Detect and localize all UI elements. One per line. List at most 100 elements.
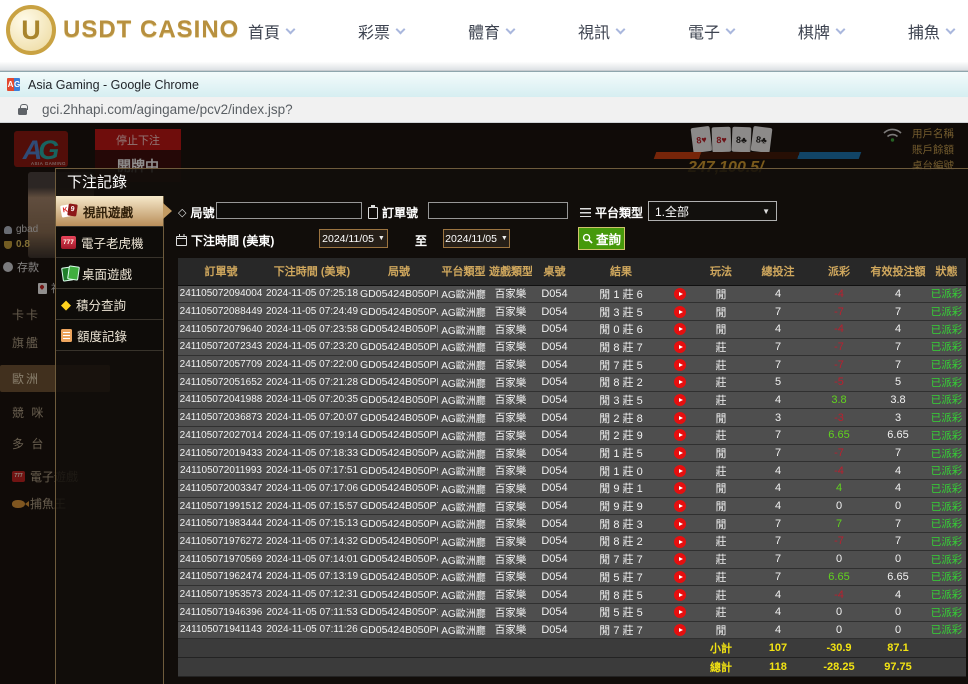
- replay-button[interactable]: [674, 412, 686, 424]
- cell-round-id: GD05424B050P0: [360, 621, 438, 639]
- cell-result: 閒 8 莊 3: [577, 515, 665, 533]
- cell-result: 閒 8 莊 7: [577, 338, 665, 356]
- header-result: 結果: [577, 258, 665, 285]
- cell-platform: AG歐洲廳: [438, 303, 489, 321]
- cell-total-bet: 7: [747, 427, 809, 445]
- replay-button[interactable]: [674, 306, 686, 318]
- ag-favicon-icon: A G: [7, 78, 20, 91]
- cell-bet-side: 莊: [695, 586, 747, 604]
- dropdown-arrow-icon: ▼: [501, 235, 508, 242]
- replay-button[interactable]: [674, 465, 686, 477]
- cell-payout: 3.8: [809, 391, 869, 409]
- replay-button[interactable]: [674, 341, 686, 353]
- cell-game-type: 百家樂: [489, 444, 532, 462]
- date-from-button[interactable]: 2024/11/05 ▼: [319, 229, 388, 248]
- lock-icon[interactable]: [18, 108, 27, 115]
- cell-total-bet: 4: [747, 285, 809, 303]
- replay-button[interactable]: [674, 589, 686, 601]
- cell-table-no: D054: [532, 621, 577, 639]
- cell-table-no: D054: [532, 285, 577, 303]
- nav-item-home[interactable]: 首頁: [248, 19, 294, 43]
- order-number-input[interactable]: [428, 202, 568, 219]
- replay-button[interactable]: [674, 447, 686, 459]
- cell-bet-side: 閒: [695, 621, 747, 639]
- cell-total-bet: 4: [747, 497, 809, 515]
- replay-button[interactable]: [674, 606, 686, 618]
- date-to-button[interactable]: 2024/11/05 ▼: [443, 229, 510, 248]
- cell-replay: [665, 603, 695, 621]
- cell-payout: 0: [809, 550, 869, 568]
- replay-button[interactable]: [674, 323, 686, 335]
- cell-round-id: GD05424B050P7: [360, 497, 438, 515]
- cell-payout: -4: [809, 586, 869, 604]
- cell-bet-time: 2024-11-05 07:15:13: [264, 515, 360, 533]
- replay-button[interactable]: [674, 518, 686, 530]
- replay-button[interactable]: [674, 359, 686, 371]
- cell-order-id: 241105072072343: [178, 338, 264, 356]
- cell-order-id: 241105072011993: [178, 462, 264, 480]
- header-replay: [665, 258, 695, 285]
- platform-select[interactable]: 1.全部 ▼: [648, 201, 777, 221]
- replay-button[interactable]: [674, 482, 686, 494]
- cell-status: 已派彩: [927, 391, 966, 409]
- cell-platform: AG歐洲廳: [438, 621, 489, 639]
- cell-order-id: 241105072041988: [178, 391, 264, 409]
- cell-order-id: 241105071991512: [178, 497, 264, 515]
- nav-item-live[interactable]: 視訊: [578, 19, 624, 43]
- cell-valid-bet: 7: [869, 303, 927, 321]
- nav-item-slots[interactable]: 電子: [688, 19, 734, 43]
- menu-item-table-games[interactable]: 桌面遊戲: [56, 258, 163, 289]
- replay-button[interactable]: [674, 376, 686, 388]
- table-row: 241105072019433 2024-11-05 07:18:33 GD05…: [178, 444, 966, 462]
- document-icon: [61, 329, 72, 342]
- cell-table-no: D054: [532, 515, 577, 533]
- chevron-down-icon: [616, 24, 626, 34]
- chrome-addressbar[interactable]: gci.2hhapi.com/agingame/pcv2/index.jsp?: [0, 97, 968, 123]
- table-row: 241105072094004 2024-11-05 07:25:18 GD05…: [178, 285, 966, 303]
- nav-item-fishing[interactable]: 捕魚: [908, 19, 954, 43]
- replay-button[interactable]: [674, 429, 686, 441]
- cell-total-bet: 4: [747, 462, 809, 480]
- cell-total-bet: 4: [747, 621, 809, 639]
- cell-table-no: D054: [532, 373, 577, 391]
- menu-item-points-query[interactable]: 積分查詢: [56, 289, 163, 320]
- cell-bet-side: 閒: [695, 497, 747, 515]
- summary-tbody: 小計 107 -30.9 87.1 總計 118 -28.25: [178, 639, 966, 677]
- cell-result: 閒 7 莊 7: [577, 550, 665, 568]
- replay-button[interactable]: [674, 571, 686, 583]
- replay-button[interactable]: [674, 624, 686, 636]
- cell-total-bet: 7: [747, 356, 809, 374]
- replay-button[interactable]: [674, 500, 686, 512]
- gem-icon: [61, 298, 71, 311]
- search-button[interactable]: 查詢: [578, 227, 625, 250]
- cell-payout: -7: [809, 338, 869, 356]
- nav-label: 棋牌: [798, 19, 830, 43]
- cell-platform: AG歐洲廳: [438, 373, 489, 391]
- cell-order-id: 241105072088449: [178, 303, 264, 321]
- usdt-logo[interactable]: U USDT CASINO: [6, 5, 239, 55]
- menu-item-video-games[interactable]: 視訊遊戲: [56, 196, 163, 227]
- header-total-bet: 總投注: [747, 258, 809, 285]
- round-number-input[interactable]: [216, 202, 362, 219]
- cell-table-no: D054: [532, 550, 577, 568]
- cell-bet-time: 2024-11-05 07:18:33: [264, 444, 360, 462]
- nav-item-cards[interactable]: 棋牌: [798, 19, 844, 43]
- menu-item-slot-machines[interactable]: 電子老虎機: [56, 227, 163, 258]
- cell-replay: [665, 568, 695, 586]
- replay-button[interactable]: [674, 288, 686, 300]
- replay-button[interactable]: [674, 553, 686, 565]
- cell-round-id: GD05424B050P2: [360, 586, 438, 604]
- replay-button[interactable]: [674, 394, 686, 406]
- cell-bet-side: 閒: [695, 320, 747, 338]
- nav-item-sports[interactable]: 體育: [468, 19, 514, 43]
- menu-item-credit-log[interactable]: 額度記錄: [56, 320, 163, 351]
- url-text[interactable]: gci.2hhapi.com/agingame/pcv2/index.jsp?: [42, 102, 293, 117]
- nav-item-lottery[interactable]: 彩票: [358, 19, 404, 43]
- nav-label: 電子: [688, 19, 720, 43]
- cell-order-id: 241105072027014: [178, 427, 264, 445]
- cell-result: 閒 7 莊 5: [577, 356, 665, 374]
- replay-button[interactable]: [674, 536, 686, 548]
- cell-total-bet: 3: [747, 409, 809, 427]
- cell-bet-side: 莊: [695, 427, 747, 445]
- cell-round-id: GD05424B050P1: [360, 603, 438, 621]
